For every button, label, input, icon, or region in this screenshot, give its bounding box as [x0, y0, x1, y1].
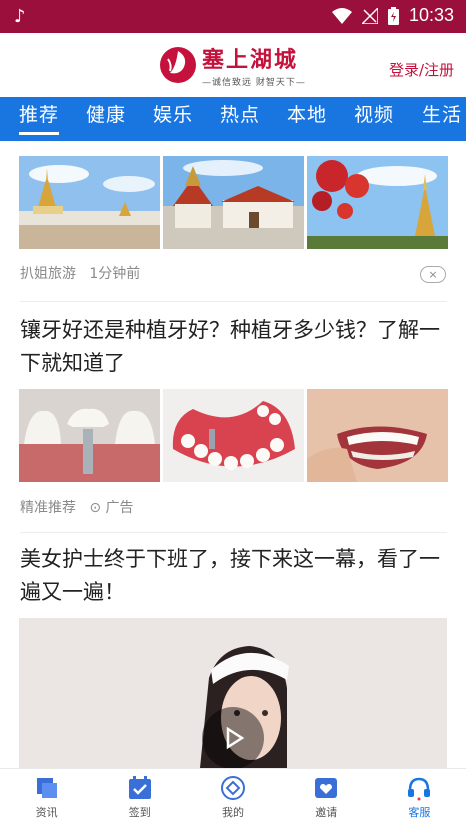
article-2-meta: 精准推荐 ⊙ 广告 — [20, 497, 134, 517]
news-feed[interactable]: 扒姐旅游 1分钟前 × 镶牙好还是种植牙好？种植牙多少钱？了解一下就知道了 精准… — [0, 141, 466, 768]
divider — [20, 532, 447, 533]
login-register-link[interactable]: 登录/注册 — [389, 59, 454, 80]
tab-hot[interactable]: 热点 — [220, 97, 260, 141]
nav-news[interactable]: 资讯 — [0, 769, 93, 828]
article-3-title[interactable]: 美女护士终于下班了，接下来这一幕，看了一遍又一遍！ — [20, 543, 450, 609]
profile-icon — [221, 776, 245, 800]
nav-customer-service-label: 客服 — [408, 806, 431, 819]
no-signal-icon — [361, 7, 378, 24]
tab-health[interactable]: 健康 — [86, 97, 126, 141]
article-2-title[interactable]: 镶牙好还是种植牙好？种植牙多少钱？了解一下就知道了 — [20, 314, 450, 380]
divider — [20, 301, 447, 302]
category-tabs: 推荐 健康 娱乐 热点 本地 视频 生活 — [0, 97, 466, 141]
article-2-images[interactable] — [19, 389, 448, 482]
ad-icon: ⊙ — [89, 500, 102, 516]
tab-recommend[interactable]: 推荐 — [19, 97, 60, 141]
dental-model-photo — [163, 389, 304, 482]
app-logo: 塞上湖城 —诚信致远 财智天下— — [158, 42, 306, 88]
ad-label: 广告 — [105, 500, 134, 516]
article-1-meta: 扒姐旅游 1分钟前 — [20, 263, 140, 283]
article-1-images[interactable] — [19, 156, 448, 249]
article-1-time: 1分钟前 — [89, 266, 141, 282]
nav-profile[interactable]: 我的 — [186, 769, 279, 828]
play-button[interactable] — [202, 707, 264, 768]
logo-slogan: —诚信致远 财智天下— — [202, 78, 306, 88]
article-1-source: 扒姐旅游 — [20, 266, 76, 282]
nav-invite[interactable]: 邀请 — [280, 769, 373, 828]
tab-life[interactable]: 生活 — [422, 97, 462, 141]
pagoda-photo-2 — [163, 156, 304, 249]
invite-icon — [315, 778, 338, 798]
nav-profile-label: 我的 — [222, 806, 244, 819]
bottom-navigation: 资讯 签到 我的 邀请 客服 — [0, 768, 466, 828]
news-icon — [36, 778, 57, 798]
checkin-icon — [128, 776, 151, 799]
dental-implant-photo — [19, 389, 160, 482]
play-icon — [226, 726, 245, 750]
nav-checkin[interactable]: 签到 — [93, 769, 186, 828]
tab-local[interactable]: 本地 — [287, 97, 327, 141]
battery-icon — [387, 6, 399, 25]
dismiss-article-button[interactable]: × — [420, 266, 446, 283]
headset-icon — [408, 777, 431, 801]
status-bar: ♪ 10:33 — [0, 0, 466, 33]
wifi-icon — [331, 7, 352, 24]
logo-title: 塞上湖城 — [202, 47, 299, 73]
pagoda-photo-1 — [19, 156, 160, 249]
nav-checkin-label: 签到 — [128, 806, 151, 819]
pagoda-photo-3 — [307, 156, 448, 249]
article-2-source: 精准推荐 — [20, 500, 76, 516]
smile-aligner-photo — [307, 389, 448, 482]
nav-customer-service[interactable]: 客服 — [373, 769, 466, 828]
tab-entertainment[interactable]: 娱乐 — [153, 97, 193, 141]
clock: 10:33 — [408, 5, 454, 25]
nav-invite-label: 邀请 — [315, 806, 338, 819]
nav-news-label: 资讯 — [35, 806, 58, 819]
music-icon: ♪ — [14, 6, 26, 27]
tab-video[interactable]: 视频 — [354, 97, 394, 141]
logo-mark-icon — [160, 47, 196, 83]
article-3-video[interactable] — [19, 618, 447, 768]
app-header: 塞上湖城 —诚信致远 财智天下— 登录/注册 — [0, 33, 466, 97]
